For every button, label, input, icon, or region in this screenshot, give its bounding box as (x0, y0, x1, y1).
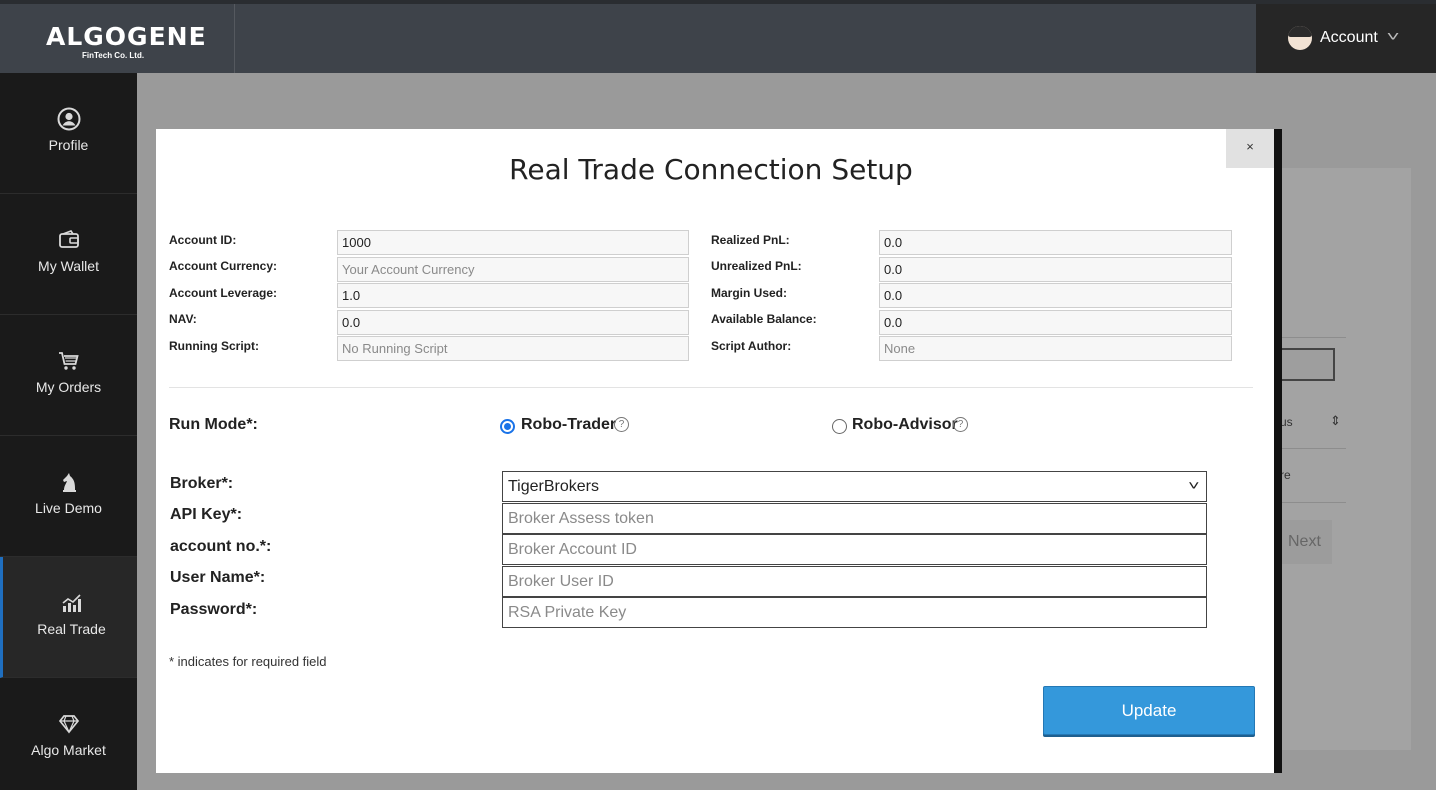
account-currency-label: Account Currency: (169, 259, 278, 273)
robo-trader-label[interactable]: Robo-Trader (521, 416, 616, 434)
account-currency-field[interactable]: Your Account Currency (337, 257, 689, 282)
sidebar-item-real-trade[interactable]: Real Trade (0, 557, 137, 678)
broker-select[interactable]: TigerBrokers ˅ (502, 471, 1207, 502)
sidebar-item-live-demo[interactable]: Live Demo (0, 436, 137, 557)
modal-edge (1274, 129, 1282, 773)
robo-advisor-label[interactable]: Robo-Advisor (852, 416, 958, 434)
account-id-field[interactable]: 1000 (337, 230, 689, 255)
user-name-input[interactable]: Broker User ID (502, 566, 1207, 597)
broker-label: Broker*: (170, 475, 234, 492)
sort-icon[interactable]: ⇕ (1330, 413, 1341, 429)
margin-used-field[interactable]: 0.0 (879, 283, 1232, 308)
avatar (1288, 26, 1312, 50)
diamond-icon (0, 712, 137, 741)
nav-field[interactable]: 0.0 (337, 310, 689, 335)
broker-select-value: TigerBrokers (508, 478, 599, 495)
divider (1274, 337, 1346, 338)
user-circle-icon (0, 107, 137, 136)
chart-bar-icon (3, 591, 140, 620)
available-balance-field[interactable]: 0.0 (879, 310, 1232, 335)
realized-pnl-field[interactable]: 0.0 (879, 230, 1232, 255)
robo-trader-radio[interactable] (500, 419, 515, 434)
required-note: * indicates for required field (169, 654, 327, 669)
sidebar-item-profile[interactable]: Profile (0, 73, 137, 194)
sidebar-item-label: My Orders (35, 379, 102, 395)
wallet-icon (0, 228, 137, 257)
update-button[interactable]: Update (1043, 686, 1255, 735)
sidebar-item-label: Algo Market (31, 742, 106, 758)
logo-text: ALGOGENE (46, 22, 207, 51)
password-label: Password*: (170, 601, 258, 618)
sidebar: Profile My Wallet My Orders Live Demo Re… (0, 73, 137, 790)
unrealized-pnl-field[interactable]: 0.0 (879, 257, 1232, 282)
help-icon[interactable]: ? (953, 417, 968, 432)
account-no-input[interactable]: Broker Account ID (502, 534, 1207, 565)
run-mode-label: Run Mode*: (169, 416, 258, 433)
sidebar-item-label: My Wallet (38, 258, 99, 274)
background-card (1274, 168, 1411, 750)
sidebar-item-algo-market[interactable]: Algo Market (0, 678, 137, 790)
chevron-down-icon: ˅ (1386, 28, 1400, 44)
sidebar-item-label: Live Demo (35, 500, 102, 516)
account-no-label: account no.*: (170, 538, 272, 555)
modal-title: Real Trade Connection Setup (509, 153, 913, 186)
chess-knight-icon (0, 470, 137, 499)
unrealized-pnl-label: Unrealized PnL: (711, 259, 802, 273)
divider (1274, 502, 1346, 503)
available-balance-label: Available Balance: (711, 312, 817, 326)
real-trade-setup-modal: × Real Trade Connection Setup Account ID… (156, 129, 1274, 773)
sidebar-item-label: Real Trade (37, 621, 106, 637)
api-key-input[interactable]: Broker Assess token (502, 503, 1207, 534)
background-search-input[interactable] (1276, 348, 1335, 381)
script-author-field[interactable]: None (879, 336, 1232, 361)
account-id-label: Account ID: (169, 233, 237, 247)
sidebar-item-label: Profile (48, 137, 89, 153)
running-script-label: Running Script: (169, 339, 259, 353)
chevron-down-icon: ˅ (1188, 478, 1200, 493)
api-key-label: API Key*: (170, 506, 243, 523)
next-button[interactable]: Next (1280, 520, 1332, 564)
margin-used-label: Margin Used: (711, 286, 788, 300)
top-bar: ALGOGENE FinTech Co. Ltd. Account ˅ (0, 0, 1436, 73)
logo-subtext: FinTech Co. Ltd. (82, 51, 145, 60)
running-script-field[interactable]: No Running Script (337, 336, 689, 361)
password-input[interactable]: RSA Private Key (502, 597, 1207, 628)
sidebar-item-my-wallet[interactable]: My Wallet (0, 194, 137, 315)
help-icon[interactable]: ? (614, 417, 629, 432)
account-leverage-field[interactable]: 1.0 (337, 283, 689, 308)
account-menu[interactable]: Account ˅ (1256, 4, 1436, 73)
robo-advisor-radio[interactable] (832, 419, 847, 434)
sidebar-item-my-orders[interactable]: My Orders (0, 315, 137, 436)
account-label: Account (1320, 29, 1378, 46)
logo[interactable]: ALGOGENE FinTech Co. Ltd. (0, 4, 235, 73)
script-author-label: Script Author: (711, 339, 792, 353)
account-leverage-label: Account Leverage: (169, 286, 278, 300)
user-name-label: User Name*: (170, 569, 266, 586)
divider (1274, 448, 1346, 449)
divider (169, 387, 1253, 388)
realized-pnl-label: Realized PnL: (711, 233, 790, 247)
nav-label: NAV: (169, 312, 197, 326)
cart-icon (0, 349, 137, 378)
